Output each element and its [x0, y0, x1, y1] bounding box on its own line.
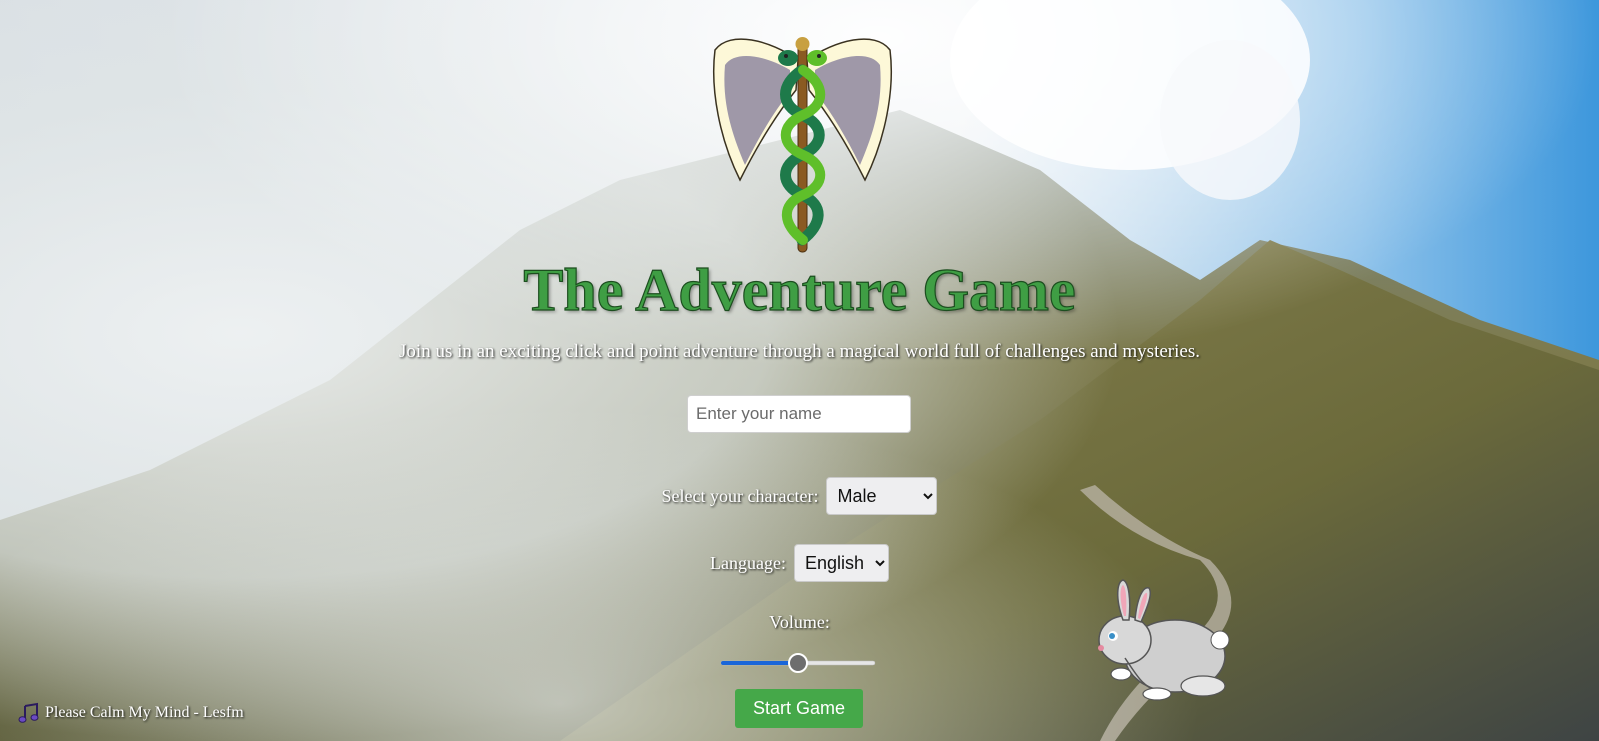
- rabbit-character: [1098, 579, 1230, 701]
- language-select[interactable]: English: [793, 544, 889, 582]
- character-label: Select your character:: [661, 485, 819, 506]
- volume-thumb[interactable]: [788, 653, 808, 673]
- game-subtitle: Join us in an exciting click and point a…: [399, 341, 1200, 362]
- language-row: Language: English: [0, 544, 1599, 582]
- music-now-playing: Please Calm My Mind - Lesfm: [18, 702, 244, 724]
- name-input[interactable]: [687, 395, 911, 433]
- volume-fill: [721, 661, 798, 665]
- start-game-button[interactable]: Start Game: [735, 689, 863, 728]
- music-track-title: Please Calm My Mind - Lesfm: [45, 704, 244, 721]
- character-select[interactable]: Male: [826, 477, 938, 515]
- music-note-icon: [18, 702, 39, 723]
- caduceus-emblem-icon: [712, 37, 893, 253]
- character-row: Select your character: Male: [0, 477, 1599, 515]
- volume-slider[interactable]: [719, 652, 877, 674]
- volume-label: Volume:: [769, 612, 830, 632]
- language-label: Language:: [710, 552, 786, 573]
- volume-label-row: Volume:: [0, 612, 1599, 633]
- game-title: The Adventure Game: [523, 256, 1076, 323]
